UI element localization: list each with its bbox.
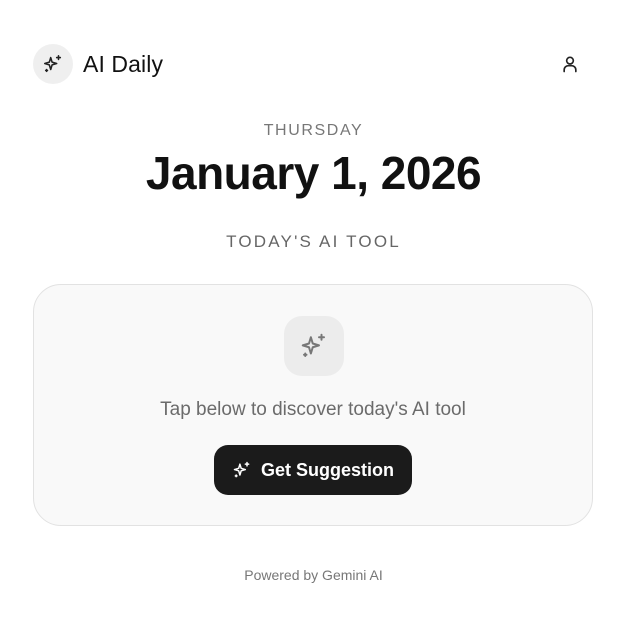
header: AI Daily <box>33 44 594 84</box>
sparkles-icon <box>301 333 325 357</box>
card-prompt: Tap below to discover today's AI tool <box>160 399 466 420</box>
brand: AI Daily <box>33 44 163 84</box>
footer-text: Powered by Gemini AI <box>244 567 383 583</box>
card-icon-container <box>284 316 344 376</box>
app-title: AI Daily <box>83 50 164 77</box>
tool-card: Tap below to discover today's AI tool Ge… <box>33 284 593 526</box>
logo <box>33 44 73 84</box>
app-page: AI Daily THURSDAY January 1, 2026 TODAY'… <box>0 0 627 640</box>
user-icon <box>563 56 577 73</box>
sparkles-icon <box>232 460 252 480</box>
get-suggestion-label: Get Suggestion <box>260 459 394 480</box>
date-heading: January 1, 2026 <box>145 147 482 199</box>
get-suggestion-button[interactable]: Get Suggestion <box>214 445 412 495</box>
weekday-label: THURSDAY <box>263 122 364 139</box>
profile-button[interactable] <box>558 52 582 76</box>
section-label: TODAY'S AI TOOL <box>226 232 401 251</box>
sparkles-icon <box>43 54 62 73</box>
